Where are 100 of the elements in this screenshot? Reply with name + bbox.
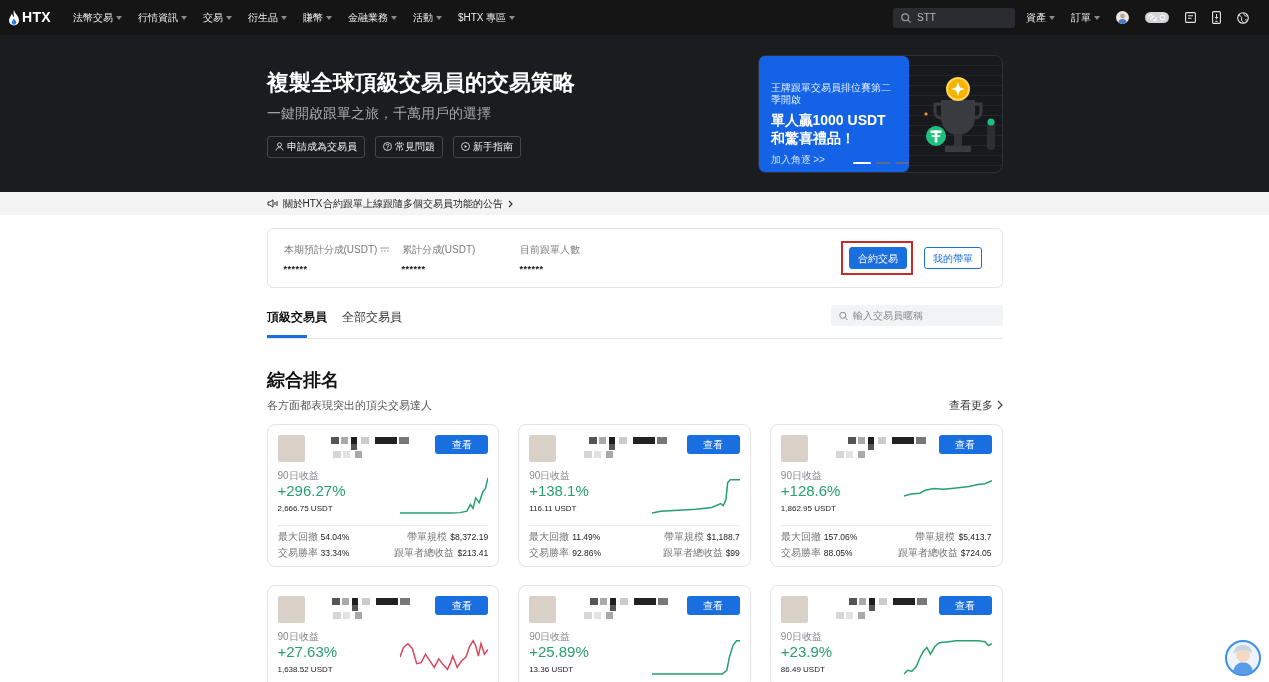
avatar-placeholder [529, 596, 557, 624]
link-pill-icon[interactable] [1145, 12, 1169, 23]
phone-download-icon[interactable] [1212, 11, 1221, 24]
stat-label: 本期預計分成(USDT) [283, 242, 378, 257]
tab[interactable]: 全部交易員 [341, 305, 402, 338]
speaker-icon [266, 199, 278, 208]
assistant-avatar-icon[interactable] [1225, 640, 1261, 676]
chevron-right-icon[interactable] [507, 199, 513, 208]
flame-icon [8, 9, 20, 26]
period-label: 90日收益 [529, 631, 572, 643]
avatar-placeholder [277, 596, 305, 624]
view-button[interactable]: 查看 [435, 435, 489, 455]
stat-label: 跟單者總收益 [897, 546, 958, 561]
view-button[interactable]: 查看 [938, 596, 992, 616]
stat-label: 目前跟單人數 [519, 242, 580, 257]
stat-value: $99 [725, 547, 740, 561]
promo-link[interactable]: 加入角逐 >> [770, 152, 825, 167]
nav-menu-item[interactable]: 交易 [202, 10, 232, 25]
view-more-link[interactable]: 查看更多 [948, 396, 1003, 414]
return-value: +296.27% [277, 482, 346, 501]
chevron-right-icon [996, 400, 1003, 411]
stat-value: $1,188.7 [706, 531, 740, 545]
tether-coin-icon [925, 126, 946, 146]
nav-menu-item[interactable]: 行情資訊 [137, 10, 187, 25]
period-label: 90日收益 [529, 470, 572, 482]
help-icon [382, 142, 392, 152]
view-button[interactable]: 查看 [938, 435, 992, 455]
profit-value: 2,666.75 USDT [277, 503, 334, 516]
caret-icon [180, 15, 187, 20]
nav-menu-item[interactable]: 資產 [1026, 10, 1055, 25]
caret-icon [390, 15, 397, 20]
profit-value: 86.49 USDT [780, 664, 826, 677]
period-label: 90日收益 [780, 470, 823, 482]
stat-label: 交易勝率 [277, 546, 318, 561]
nav-menu-item[interactable]: 衍生品 [247, 10, 287, 25]
period-label: 90日收益 [277, 470, 320, 482]
section-subtitle: 各方面都表現突出的頂尖交易達人 [266, 397, 432, 413]
capsule-drawing [986, 118, 995, 150]
stat-label: 最大回撤 [529, 530, 570, 545]
stat-value: $5,413.7 [958, 531, 992, 545]
promo-kicker: 王牌跟單交易員排位賽第二季開啟 [770, 82, 892, 106]
stat-value: $213.41 [457, 547, 489, 561]
search-icon [838, 311, 848, 320]
play-icon [460, 142, 470, 152]
period-label: 90日收益 [277, 631, 320, 643]
stat-label: 跟單者總收益 [394, 546, 455, 561]
hero-button[interactable]: 常見問題 [374, 136, 443, 158]
search-field[interactable]: STT [893, 7, 1015, 28]
return-value: +128.6% [780, 482, 841, 501]
stat-value: ****** [401, 262, 427, 276]
nav-menu-item[interactable]: 訂單 [1071, 10, 1100, 25]
nav-menu-item[interactable]: 金融業務 [347, 10, 397, 25]
caret-icon [280, 15, 287, 20]
trophy-drawing [933, 100, 982, 152]
carousel-indicator[interactable] [852, 162, 871, 164]
hero-button[interactable]: 申請成為交易員 [266, 136, 365, 158]
hero-title: 複製全球頂級交易員的交易策略 [266, 71, 575, 96]
profit-value: 13.36 USDT [529, 664, 575, 677]
view-button[interactable]: 查看 [435, 596, 489, 616]
contract-trade-button[interactable]: 合約交易 [848, 247, 907, 269]
announcement-link[interactable]: 關於HTX合約跟單上線跟隨多個交易員功能的公告 [282, 196, 503, 211]
nav-menu-item[interactable]: 賺幣 [302, 10, 332, 25]
stat-value: 157.06% [823, 531, 858, 545]
caret-icon [435, 15, 442, 20]
person-icon [274, 142, 284, 152]
stat-value: $8,372.19 [450, 531, 489, 545]
period-label: 90日收益 [780, 631, 823, 643]
message-box-icon[interactable] [1185, 12, 1196, 23]
stat-value: ****** [519, 262, 545, 276]
logo-link[interactable]: HTX [8, 7, 51, 28]
globe-icon[interactable] [1237, 11, 1249, 24]
hero-subtitle: 一鍵開啟跟單之旅，千萬用戶的選擇 [266, 105, 492, 122]
stat-value: 54.04% [320, 531, 350, 545]
nav-menu-item[interactable]: 活動 [412, 10, 442, 25]
avatar-icon[interactable] [1116, 11, 1129, 24]
view-button[interactable]: 查看 [686, 435, 740, 455]
nav-menu-item[interactable]: 法幣交易 [72, 10, 122, 25]
caret-icon [225, 15, 232, 20]
caret-icon [325, 15, 332, 20]
stat-value: $724.05 [960, 547, 992, 561]
stat-label: 交易勝率 [529, 546, 570, 561]
hero-button[interactable]: 新手指南 [452, 136, 521, 158]
star-coin-icon [945, 77, 970, 101]
return-value: +23.9% [780, 643, 833, 662]
view-button[interactable]: 查看 [686, 596, 740, 616]
return-value: +25.89% [529, 643, 589, 662]
my-leads-button[interactable]: 我的帶單 [923, 247, 982, 269]
profit-value: 116.11 USDT [529, 503, 578, 516]
avatar-placeholder [780, 596, 808, 624]
search-icon [901, 12, 911, 23]
trader-search-field[interactable]: 輸入交易員暱稱 [830, 305, 1003, 326]
stat-label: 帶單規模 [915, 530, 956, 545]
nav-menu-item[interactable]: $HTX 專區 [457, 10, 516, 25]
stat-label: 累計分成(USDT) [401, 242, 476, 257]
sparkle-icon [923, 112, 928, 116]
caret-icon [1049, 15, 1055, 20]
promo-banner[interactable]: 王牌跟單交易員排位賽第二季開啟 單人贏1000 USDT 和驚喜禮品！ 加入角逐 >> [757, 55, 1003, 173]
avatar-placeholder [277, 435, 305, 463]
return-value: +27.63% [277, 643, 338, 662]
profit-value: 1,862.95 USDT [780, 503, 837, 516]
